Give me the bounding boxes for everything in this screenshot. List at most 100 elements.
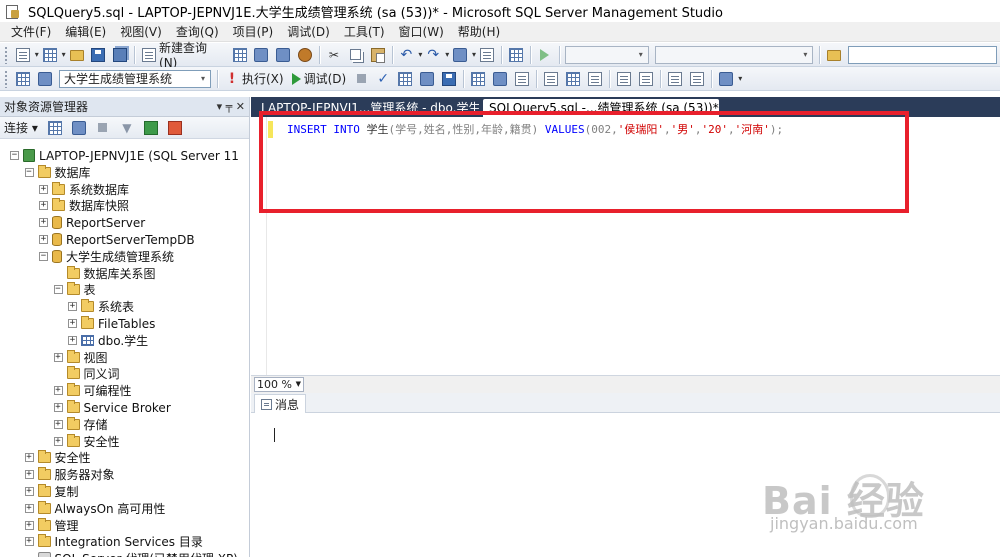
- expand-icon[interactable]: +: [53, 386, 63, 396]
- chevron-down-icon[interactable]: ▾: [62, 50, 66, 59]
- tree-node[interactable]: + 可编程性: [53, 382, 132, 399]
- expand-icon[interactable]: +: [53, 352, 63, 362]
- results-to-grid-button[interactable]: [563, 69, 583, 89]
- specify-values-button[interactable]: [716, 69, 736, 89]
- zoom-dropdown[interactable]: 100 % ▼: [254, 377, 304, 392]
- tree-node[interactable]: SQL Server 代理(已禁用代理 XP): [25, 550, 238, 557]
- tree-node[interactable]: + 复制: [24, 483, 79, 500]
- uncomment-button[interactable]: [636, 69, 656, 89]
- window-button[interactable]: [477, 45, 497, 65]
- tree-node[interactable]: 同义词: [54, 365, 120, 382]
- tree-node[interactable]: + 系统表: [68, 298, 134, 315]
- expand-icon[interactable]: +: [24, 453, 34, 463]
- tree-node[interactable]: + Integration Services 目录: [24, 533, 203, 550]
- available-databases-dropdown[interactable]: 大学生成绩管理系统 ▾: [59, 69, 211, 88]
- menu-window[interactable]: 窗口(W): [392, 22, 451, 42]
- find-input[interactable]: [848, 45, 997, 64]
- collapse-icon[interactable]: −: [39, 251, 48, 261]
- connect-object-explorer-button[interactable]: [45, 118, 65, 138]
- menu-file[interactable]: 文件(F): [4, 22, 58, 42]
- tree-node[interactable]: + 数据库快照: [39, 197, 129, 214]
- tree-node[interactable]: − 表: [53, 281, 96, 298]
- expand-icon[interactable]: +: [39, 235, 48, 244]
- expand-icon[interactable]: +: [24, 503, 34, 513]
- add-item-button[interactable]: [40, 45, 60, 65]
- query-designer-button[interactable]: [417, 69, 437, 89]
- connect-dropdown[interactable]: 连接 ▾: [4, 119, 38, 136]
- copy-button[interactable]: [346, 45, 366, 65]
- tree-node[interactable]: + 视图: [53, 349, 108, 366]
- expand-icon[interactable]: +: [53, 403, 63, 412]
- activity-monitor-button[interactable]: [506, 45, 526, 65]
- tree-node[interactable]: 数据库关系图: [54, 265, 156, 282]
- expand-icon[interactable]: +: [53, 436, 63, 446]
- disconnect-button[interactable]: [69, 118, 89, 138]
- navigate-button[interactable]: [450, 45, 470, 65]
- tree-node[interactable]: + FileTables: [68, 315, 155, 332]
- tree-node[interactable]: + dbo.学生: [68, 332, 148, 349]
- collapse-icon[interactable]: −: [24, 167, 34, 177]
- paste-button[interactable]: [368, 45, 388, 65]
- xmla-query-button[interactable]: [295, 45, 315, 65]
- parse-button[interactable]: ✓: [373, 69, 393, 89]
- stop-button[interactable]: [93, 118, 113, 138]
- open-file-button[interactable]: [67, 45, 87, 65]
- chevron-down-icon[interactable]: ▾: [445, 50, 449, 59]
- cut-button[interactable]: ✂: [324, 45, 344, 65]
- collapse-icon[interactable]: −: [10, 151, 19, 160]
- expand-icon[interactable]: +: [53, 419, 63, 429]
- tree-node[interactable]: + 系统数据库: [39, 181, 129, 198]
- expand-icon[interactable]: +: [68, 302, 77, 312]
- connect-button[interactable]: [13, 69, 33, 89]
- mining-query-button[interactable]: [273, 45, 293, 65]
- tree-node[interactable]: + 安全性: [24, 449, 91, 466]
- chevron-down-icon[interactable]: ▾: [472, 50, 476, 59]
- decrease-indent-button[interactable]: [665, 69, 685, 89]
- filter-button[interactable]: ▼: [117, 118, 137, 138]
- tree-node[interactable]: + AlwaysOn 高可用性: [24, 500, 165, 517]
- tree-node[interactable]: + 存储: [53, 416, 108, 433]
- redo-button[interactable]: ↷: [423, 45, 443, 65]
- expand-icon[interactable]: +: [24, 487, 34, 496]
- tree-node[interactable]: − 大学生成绩管理系统: [39, 248, 174, 265]
- estimated-plan-button[interactable]: [395, 69, 415, 89]
- expand-icon[interactable]: +: [39, 184, 48, 194]
- start-button[interactable]: [535, 45, 555, 65]
- expand-icon[interactable]: +: [39, 201, 48, 211]
- find-in-files-button[interactable]: [824, 45, 844, 65]
- increase-indent-button[interactable]: [687, 69, 707, 89]
- menu-project[interactable]: 项目(P): [226, 22, 281, 42]
- save-button[interactable]: [88, 45, 108, 65]
- expand-icon[interactable]: +: [24, 537, 34, 547]
- panel-controls[interactable]: ▾ ╤ ✕: [217, 100, 245, 113]
- debug-button[interactable]: 调试(D): [288, 69, 351, 89]
- tree-node[interactable]: + ReportServerTempDB: [39, 231, 195, 248]
- toolbar-grip[interactable]: [4, 45, 8, 64]
- tree-node[interactable]: + 安全性: [53, 433, 120, 450]
- expand-icon[interactable]: +: [24, 470, 34, 480]
- menu-tools[interactable]: 工具(T): [337, 22, 392, 42]
- menu-edit[interactable]: 编辑(E): [58, 22, 113, 42]
- refresh-button[interactable]: [141, 118, 161, 138]
- menu-debug[interactable]: 调试(D): [280, 22, 337, 42]
- menu-help[interactable]: 帮助(H): [451, 22, 507, 42]
- results-to-file-button[interactable]: [585, 69, 605, 89]
- client-stats-button[interactable]: [512, 69, 532, 89]
- chevron-down-icon[interactable]: ▾: [418, 50, 422, 59]
- intellisense-button[interactable]: [468, 69, 488, 89]
- chevron-down-icon[interactable]: ▾: [35, 50, 39, 59]
- tree-node[interactable]: − 数据库: [24, 164, 91, 181]
- collapse-icon[interactable]: −: [53, 285, 63, 295]
- expand-icon[interactable]: +: [24, 520, 34, 530]
- expand-icon[interactable]: +: [68, 319, 77, 328]
- activity-monitor-oe-button[interactable]: [165, 118, 185, 138]
- tree-node[interactable]: + ReportServer: [39, 214, 145, 231]
- change-connection-button[interactable]: [35, 69, 55, 89]
- expand-icon[interactable]: +: [39, 218, 48, 228]
- tree-node[interactable]: + 服务器对象: [24, 466, 115, 483]
- comment-button[interactable]: [614, 69, 634, 89]
- analysis-query-button[interactable]: [252, 45, 272, 65]
- db-engine-query-button[interactable]: [230, 45, 250, 65]
- solution-config-dropdown[interactable]: ▾: [565, 45, 649, 64]
- query-options-button[interactable]: [439, 69, 459, 89]
